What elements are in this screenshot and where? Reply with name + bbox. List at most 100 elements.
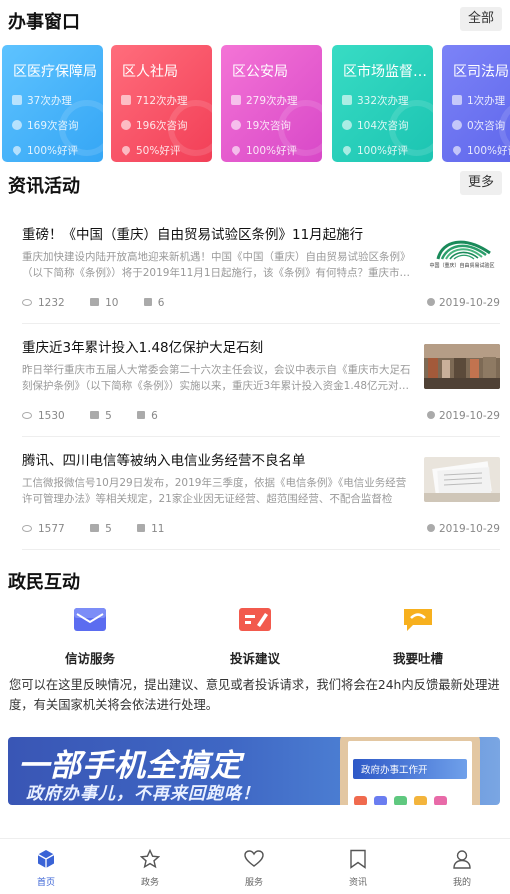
news-title: 腾讯、四川电信等被纳入电信业务经营不良名单	[22, 453, 306, 469]
user-icon	[121, 95, 131, 105]
news-title: 重庆近3年累计投入1.48亿保护大足石刻	[22, 340, 264, 356]
screen-banner: 政府办事工作开	[353, 759, 467, 779]
tab-home[interactable]: 首页	[16, 849, 76, 888]
office-card[interactable]: 区医疗保障局 37次办理 169次咨询 100%好评	[2, 45, 103, 162]
comment-icon	[90, 524, 100, 532]
office-name: 区司法局	[453, 64, 509, 80]
office-card[interactable]: 区人社局 712次办理 196次咨询 50%好评	[111, 45, 212, 162]
comment-count: 5	[90, 523, 112, 535]
news-meta: 1577 5 11	[22, 523, 186, 535]
rating: 100%好评	[230, 143, 297, 158]
office-name: 区公安局	[232, 64, 288, 80]
office-name: 区医疗保障局	[13, 64, 97, 80]
feedback-rant-button[interactable]: 我要吐槽	[358, 605, 478, 667]
consult-count: 0次咨询	[452, 118, 505, 133]
tab-label: 政务	[140, 878, 159, 888]
news-meta: 1530 5 6	[22, 410, 180, 422]
feedback-rant-label: 我要吐槽	[392, 651, 443, 666]
user-icon	[12, 95, 22, 105]
phone-screen: 政府办事工作开	[348, 741, 472, 805]
complaint-suggestion-button[interactable]: 投诉建议	[195, 605, 315, 667]
consult-count: 104次咨询	[342, 118, 409, 133]
handled-count: 1次办理	[452, 93, 505, 108]
eye-icon	[22, 412, 32, 419]
news-item[interactable]: 重庆近3年累计投入1.48亿保护大足石刻 昨日举行重庆市五届人大常委会第二十六次…	[22, 324, 500, 437]
news-item[interactable]: 重磅！《中国（重庆）自由贸易试验区条例》11月起施行 重庆加快建设内陆开放高地迎…	[22, 211, 500, 324]
tab-label: 首页	[36, 878, 55, 888]
rating: 100%好评	[341, 143, 408, 158]
office-card[interactable]: 区市场监督管理局 332次办理 104次咨询 100%好评	[332, 45, 433, 162]
clock-icon	[426, 524, 435, 532]
home-cube-icon	[36, 849, 56, 869]
section-title-windows: 办事窗口	[8, 12, 80, 33]
promo-banner[interactable]: 一部手机全搞定 政府办事儿，不再来回跑咯！ 政府办事工作开	[8, 737, 500, 805]
chat-icon	[452, 120, 462, 130]
thumbs-up-icon	[137, 411, 146, 419]
office-card-list[interactable]: 区医疗保障局 37次办理 169次咨询 100%好评 区人社局 712次办理 1…	[0, 45, 510, 163]
chat-icon	[401, 605, 435, 633]
view-count: 1232	[22, 297, 65, 309]
comment-icon	[90, 298, 100, 306]
envelope-icon	[73, 605, 107, 633]
clock-icon	[426, 298, 435, 306]
clock-icon	[426, 411, 435, 419]
tab-profile[interactable]: 我的	[432, 849, 492, 888]
news-summary: 昨日举行重庆市五届人大常委会第二十六次主任会议，会议中表示自《重庆市大足石刻保护…	[22, 364, 411, 392]
star-icon	[139, 848, 161, 869]
news-date: 2019-10-29	[426, 523, 500, 535]
tab-label: 我的	[452, 878, 471, 888]
comment-icon	[90, 411, 100, 419]
stone-carving-photo	[424, 344, 500, 389]
view-count: 1530	[22, 410, 65, 422]
news-date: 2019-10-29	[426, 297, 500, 309]
news-section-header: 资讯活动 更多	[0, 168, 510, 202]
rating: 100%好评	[451, 143, 510, 158]
eye-icon	[22, 299, 32, 306]
tab-government[interactable]: 政务	[120, 848, 180, 888]
office-name: 区市场监督管理局	[343, 64, 429, 80]
news-title: 重磅！《中国（重庆）自由贸易试验区条例》11月起施行	[22, 227, 364, 243]
section-title-interaction: 政民互动	[8, 572, 80, 593]
more-news-button[interactable]: 更多	[459, 171, 502, 195]
user-icon	[231, 95, 241, 105]
news-summary: 重庆加快建设内陆开放高地迎来新机遇！中国《中国（重庆）自由贸易试验区条例》（以下…	[22, 251, 411, 279]
office-name: 区人社局	[122, 64, 178, 80]
petition-service-label: 信访服务	[64, 651, 115, 666]
heart-icon	[120, 144, 132, 156]
windows-section-header: 办事窗口 全部	[0, 4, 510, 38]
news-summary: 工信微报微信号10月29日发布，2019年三季度，依据《电信条例》《电信业务经营…	[22, 477, 407, 505]
heart-icon	[244, 849, 264, 869]
office-card[interactable]: 区公安局 279次办理 19次咨询 100%好评	[221, 45, 322, 162]
like-count: 11	[137, 523, 164, 535]
consult-count: 196次咨询	[121, 118, 188, 133]
news-meta: 1232 10 6	[22, 297, 186, 309]
chat-icon	[342, 120, 352, 130]
office-card[interactable]: 区司法局 1次办理 0次咨询 100%好评	[442, 45, 510, 162]
complaint-suggestion-label: 投诉建议	[229, 651, 280, 666]
rating: 50%好评	[120, 143, 180, 158]
user-icon	[342, 95, 352, 105]
tab-service[interactable]: 服务	[224, 849, 284, 888]
all-windows-button[interactable]: 全部	[459, 7, 502, 31]
documents-photo	[424, 457, 500, 502]
bottom-tab-bar: 首页 政务 服务 资讯 我的	[0, 838, 510, 894]
heart-icon	[230, 144, 242, 156]
tab-label: 资讯	[348, 878, 367, 888]
tab-label: 服务	[244, 878, 263, 888]
like-count: 6	[143, 297, 164, 309]
petition-service-button[interactable]: 信访服务	[30, 605, 150, 667]
eye-icon	[22, 525, 32, 532]
handled-count: 712次办理	[121, 93, 188, 108]
screen-app-icons	[354, 793, 454, 805]
bookmark-icon	[348, 849, 368, 869]
tab-news[interactable]: 资讯	[328, 849, 388, 888]
news-thumbnail	[424, 457, 500, 502]
thumbs-up-icon	[137, 524, 146, 532]
thumbs-up-icon	[143, 298, 152, 306]
handled-count: 332次办理	[342, 93, 409, 108]
section-title-news: 资讯活动	[8, 176, 80, 197]
edit-icon	[238, 605, 272, 633]
news-item[interactable]: 腾讯、四川电信等被纳入电信业务经营不良名单 工信微报微信号10月29日发布，20…	[22, 437, 500, 550]
heart-icon	[341, 144, 353, 156]
user-icon	[452, 849, 472, 869]
